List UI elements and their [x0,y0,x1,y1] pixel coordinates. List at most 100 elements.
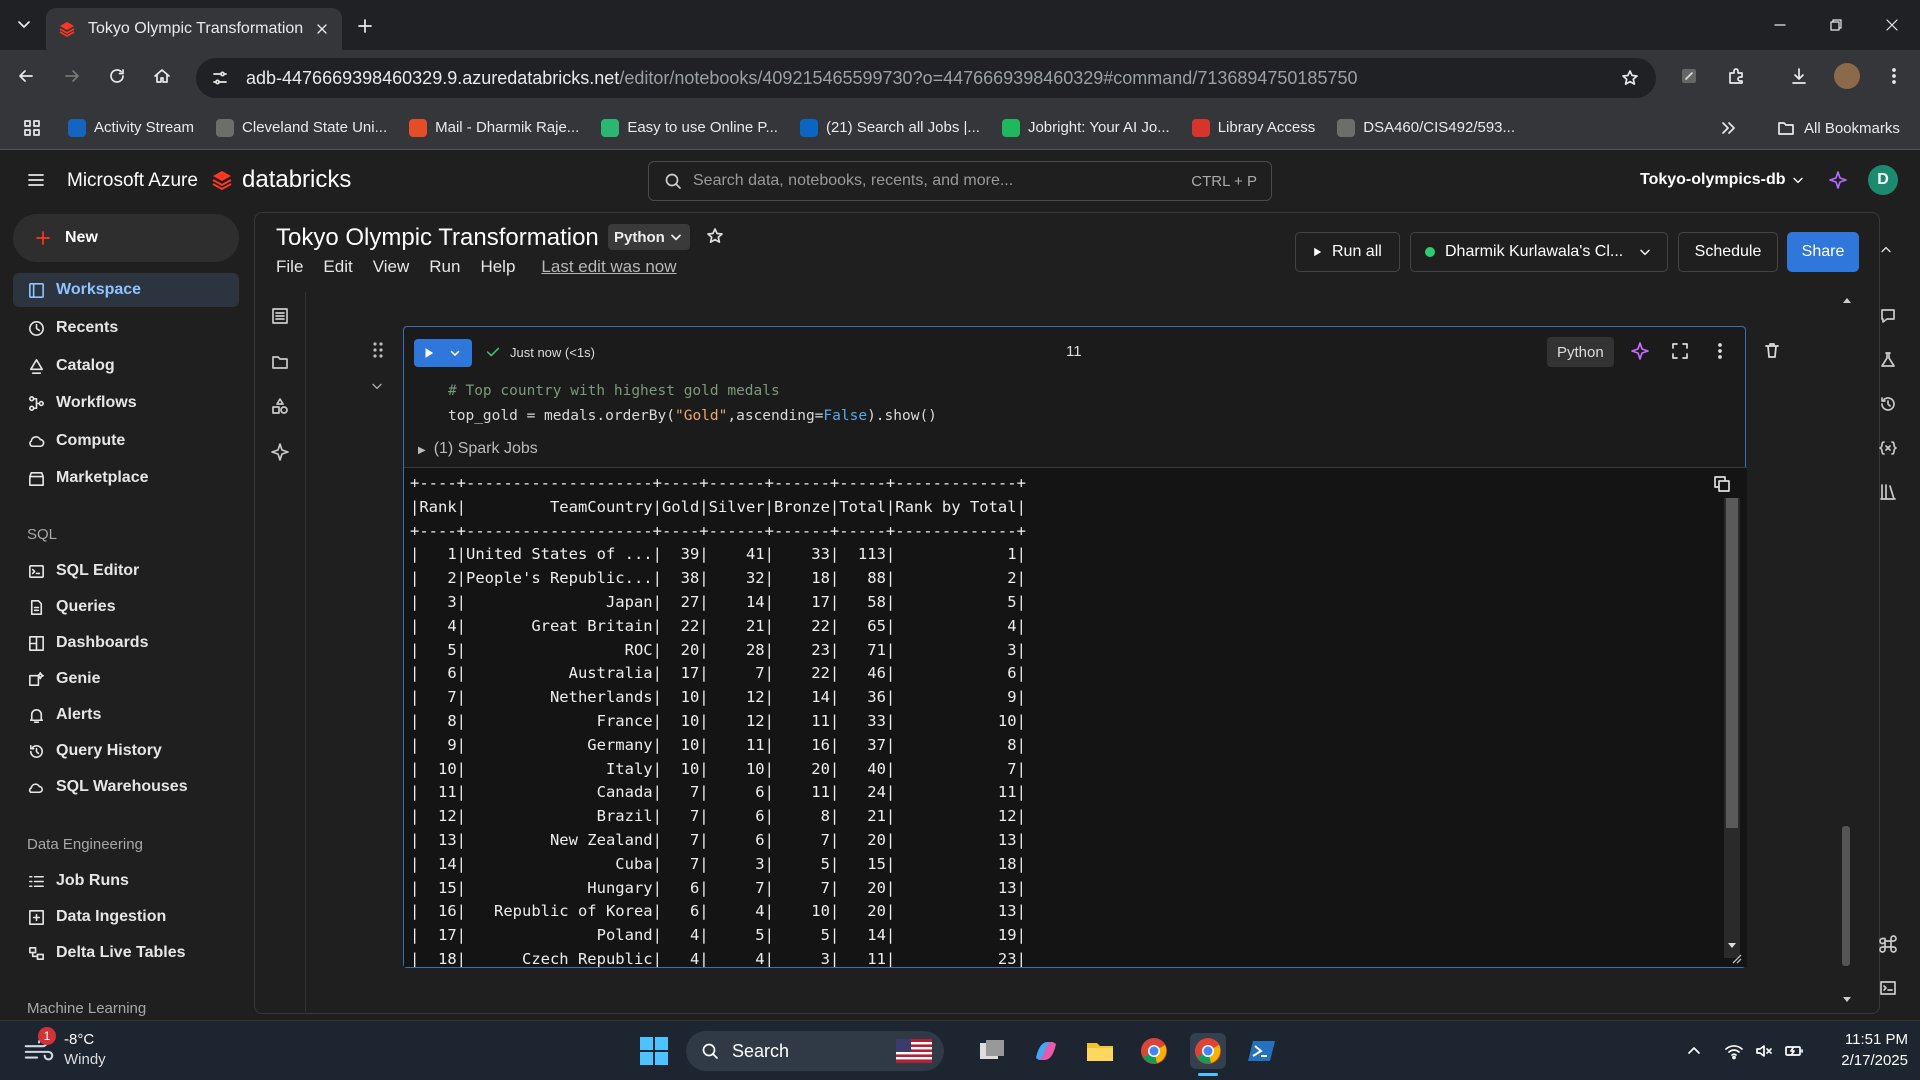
sidebar-item-sql-warehouses[interactable]: SQL Warehouses [13,770,239,804]
file-explorer-button[interactable] [1082,1033,1118,1069]
bookmark-item[interactable]: Mail - Dharmik Raje... [409,118,579,137]
menu-edit[interactable]: Edit [323,257,352,277]
start-button[interactable] [636,1033,672,1069]
workspace-switcher[interactable]: Tokyo-olympics-db [1640,171,1806,189]
new-tab-button[interactable] [350,11,380,41]
sidebar-item-queries[interactable]: Queries [13,590,239,624]
taskbar-search[interactable]: Search [686,1031,944,1071]
sidebar-item-marketplace[interactable]: Marketplace [13,461,239,495]
sidebar-item-workflows[interactable]: Workflows [13,386,239,420]
bookmark-item[interactable]: Cleveland State Uni... [216,118,387,137]
copilot-button[interactable] [1028,1033,1064,1069]
back-button[interactable] [16,66,36,86]
show-hidden-icons-button[interactable] [1684,1041,1704,1061]
extensions-button[interactable] [1726,66,1746,86]
sidebar-item-recents[interactable]: Recents [13,311,239,345]
close-window-button[interactable] [1864,0,1920,50]
sidebar-item-dashboards[interactable]: Dashboards [13,626,239,660]
bookmark-item[interactable]: DSA460/CIS492/593... [1337,118,1515,137]
experiments-button[interactable] [1878,350,1898,370]
menu-run[interactable]: Run [429,257,460,277]
address-bar[interactable]: adb-4476669398460329.9.azuredatabricks.n… [196,58,1656,98]
sidebar-item-workspace[interactable]: Workspace [13,273,239,307]
more-bookmarks-button[interactable] [1718,118,1738,138]
sidebar-item-catalog[interactable]: Catalog [13,349,239,383]
toc-button[interactable] [270,306,290,326]
collapse-header-button[interactable] [1878,242,1894,258]
terminal-button[interactable] [1878,978,1898,998]
sidebar-item-alerts[interactable]: Alerts [13,698,239,732]
sidebar-item-data-ingestion[interactable]: Data Ingestion [13,900,239,934]
sidebar-item-job-runs[interactable]: Job Runs [13,864,239,898]
files-button[interactable] [270,352,290,372]
minimize-button[interactable] [1752,0,1808,50]
scrollbar-thumb[interactable] [1842,826,1850,966]
cluster-selector[interactable]: Dharmik Kurlawala's Cl... [1410,232,1668,272]
menu-file[interactable]: File [276,257,303,277]
sidebar-item-sql-editor[interactable]: SQL Editor [13,554,239,588]
cell-menu-button[interactable] [1710,341,1730,361]
output-scrollbar-thumb[interactable] [1726,498,1738,828]
sidebar-item-genie[interactable]: Genie [13,662,239,696]
battery-status[interactable] [1784,1041,1804,1061]
site-info-icon[interactable] [210,68,230,88]
shortcuts-button[interactable] [1878,934,1898,954]
schedule-button[interactable]: Schedule [1678,232,1778,272]
assistant-button[interactable] [1828,170,1848,190]
assistant-rail-button[interactable] [270,442,290,462]
apps-button[interactable] [22,118,42,138]
sidebar-item-delta-live-tables[interactable]: Delta Live Tables [13,936,239,970]
browser-menu-button[interactable] [1884,66,1904,86]
variables-button[interactable] [1878,438,1898,458]
sidebar-item-compute[interactable]: Compute [13,424,239,458]
resize-handle-icon[interactable] [1730,952,1742,964]
profile-avatar[interactable] [1834,63,1860,89]
home-button[interactable] [152,66,172,86]
forward-button[interactable] [62,66,82,86]
spark-jobs-toggle[interactable]: ▶ (1) Spark Jobs [418,440,538,458]
bookmark-item[interactable]: Easy to use Online P... [601,118,778,137]
close-tab-icon[interactable] [314,21,330,37]
all-bookmarks-button[interactable]: All Bookmarks [1776,118,1900,138]
wifi-status[interactable] [1724,1041,1744,1061]
restore-button[interactable] [1808,0,1864,50]
databricks-logo[interactable]: databricks [210,166,351,194]
bookmark-item[interactable]: Activity Stream [68,118,194,137]
copy-output-button[interactable] [1712,474,1732,494]
bookmark-item[interactable]: Library Access [1191,118,1315,137]
bookmark-item[interactable]: Jobright: Your AI Jo... [1001,118,1170,137]
cell-assistant-button[interactable] [1630,341,1650,361]
notebook-language-select[interactable]: Python [608,224,690,250]
cell-drag-handle[interactable] [368,340,388,360]
run-cell-button[interactable] [414,339,472,367]
menu-view[interactable]: View [373,257,410,277]
library-button[interactable] [1878,482,1898,502]
catalog-button[interactable] [270,396,290,416]
share-button[interactable]: Share [1787,232,1859,272]
menu-help[interactable]: Help [480,257,515,277]
tab-search-button[interactable] [14,14,34,34]
volume-status[interactable] [1754,1041,1774,1061]
cell-collapse-button[interactable] [369,378,385,394]
reload-button[interactable] [107,66,127,86]
user-avatar[interactable]: D [1868,165,1898,195]
comments-button[interactable] [1878,306,1898,326]
downloads-button[interactable] [1789,66,1809,86]
clock[interactable]: 11:51 PM 2/17/2025 [1820,1029,1908,1071]
code-editor[interactable]: # Top country with highest gold medals t… [448,379,937,429]
sidebar-item-query-history[interactable]: Query History [13,734,239,768]
hamburger-button[interactable] [26,170,46,190]
global-search[interactable]: Search data, notebooks, recents, and mor… [648,161,1272,201]
cell-language-badge[interactable]: Python [1547,337,1614,367]
delete-cell-button[interactable] [1762,340,1782,360]
chrome-profile-button[interactable] [1190,1033,1226,1069]
history-button[interactable] [1878,394,1898,414]
task-view-button[interactable] [974,1033,1010,1069]
last-edit-link[interactable]: Last edit was now [541,257,676,277]
run-all-button[interactable]: Run all [1295,232,1400,272]
star-bookmark-icon[interactable] [1620,68,1640,88]
extension-button[interactable] [1679,66,1699,86]
weather-widget[interactable]: 1 [22,1027,62,1069]
output-scrollbar[interactable] [1724,498,1740,958]
new-button[interactable]: New [13,214,239,262]
